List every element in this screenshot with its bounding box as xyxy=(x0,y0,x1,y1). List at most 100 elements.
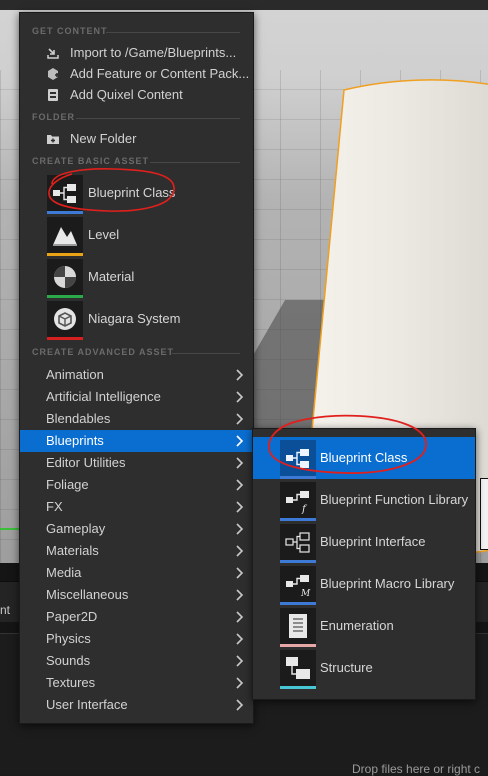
category-artificial-intelligence[interactable]: Artificial Intelligence xyxy=(20,386,253,408)
section-divider xyxy=(172,353,240,354)
category-sounds[interactable]: Sounds xyxy=(20,650,253,672)
asset-thumbnail xyxy=(47,301,83,340)
category-label: Sounds xyxy=(46,653,91,668)
asset-label: Level xyxy=(88,227,120,242)
menu-item-label: Add Feature or Content Pack... xyxy=(70,66,250,81)
submenu-item-blueprint-class[interactable]: Blueprint Class xyxy=(253,437,475,479)
asset-thumbnail xyxy=(280,650,316,689)
submenu-item-blueprint-macro-library[interactable]: M Blueprint Macro Library xyxy=(253,563,475,605)
category-label: Textures xyxy=(46,675,96,690)
category-fx[interactable]: FX xyxy=(20,496,253,518)
asset-niagara-system[interactable]: Niagara System xyxy=(20,301,253,343)
chevron-right-icon xyxy=(236,457,244,469)
chevron-right-icon xyxy=(236,567,244,579)
asset-thumbnail xyxy=(280,524,316,563)
chevron-right-icon xyxy=(236,611,244,623)
category-label: FX xyxy=(46,499,63,514)
chevron-right-icon xyxy=(236,545,244,557)
import-icon xyxy=(47,48,59,59)
category-blendables[interactable]: Blendables xyxy=(20,408,253,430)
section-create-advanced-asset: CREATE ADVANCED ASSET xyxy=(32,347,175,357)
asset-level[interactable]: Level xyxy=(20,217,253,259)
category-label: Editor Utilities xyxy=(46,455,126,470)
section-divider xyxy=(76,118,240,119)
content-browser-context-menu: GET CONTENT Import to /Game/Blueprints..… xyxy=(19,12,254,724)
submenu-item-label: Blueprint Function Library xyxy=(320,492,469,507)
chevron-right-icon xyxy=(236,523,244,535)
menu-item-quixel[interactable]: Add Quixel Content xyxy=(20,84,253,106)
menu-item-label: Import to /Game/Blueprints... xyxy=(70,45,237,60)
content-pack-icon xyxy=(48,68,59,80)
blueprint-class-icon xyxy=(53,184,76,203)
category-media[interactable]: Media xyxy=(20,562,253,584)
blueprints-submenu: Blueprint Class f Blueprint Function Lib… xyxy=(252,428,476,700)
panel-tab-label[interactable]: nt xyxy=(0,603,10,617)
asset-blueprint-class[interactable]: Blueprint Class xyxy=(20,175,253,217)
new-folder-icon xyxy=(47,135,59,144)
chevron-right-icon xyxy=(236,391,244,403)
menu-item-import[interactable]: Import to /Game/Blueprints... xyxy=(20,42,253,64)
chevron-right-icon xyxy=(236,413,244,425)
menu-item-label: Add Quixel Content xyxy=(70,87,183,102)
category-user-interface[interactable]: User Interface xyxy=(20,694,253,716)
category-label: Miscellaneous xyxy=(46,587,129,602)
chevron-right-icon xyxy=(236,479,244,491)
category-foliage[interactable]: Foliage xyxy=(20,474,253,496)
chevron-right-icon xyxy=(236,699,244,711)
submenu-item-label: Enumeration xyxy=(320,618,394,633)
category-textures[interactable]: Textures xyxy=(20,672,253,694)
chevron-right-icon xyxy=(236,369,244,381)
asset-material[interactable]: Material xyxy=(20,259,253,301)
section-create-basic-asset: CREATE BASIC ASSET xyxy=(32,156,150,166)
asset-label: Niagara System xyxy=(88,311,181,326)
chevron-right-icon xyxy=(236,435,244,447)
category-paper2d[interactable]: Paper2D xyxy=(20,606,253,628)
menu-item-new-folder[interactable]: New Folder xyxy=(20,128,253,150)
asset-thumbnail: M xyxy=(280,566,316,605)
category-blueprints[interactable]: Blueprints xyxy=(20,430,253,452)
chevron-right-icon xyxy=(236,655,244,667)
category-gameplay[interactable]: Gameplay xyxy=(20,518,253,540)
menu-item-label: New Folder xyxy=(70,131,137,146)
menu-item-add-feature[interactable]: Add Feature or Content Pack... xyxy=(20,63,253,85)
viewport-toolbar xyxy=(0,0,488,10)
category-label: Blueprints xyxy=(46,433,104,448)
asset-thumbnail: f xyxy=(280,482,316,521)
category-physics[interactable]: Physics xyxy=(20,628,253,650)
blueprint-class-icon xyxy=(286,449,309,468)
category-materials[interactable]: Materials xyxy=(20,540,253,562)
quixel-icon xyxy=(48,89,58,101)
category-editor-utilities[interactable]: Editor Utilities xyxy=(20,452,253,474)
asset-thumbnail xyxy=(280,440,316,479)
category-label: Artificial Intelligence xyxy=(46,389,161,404)
category-miscellaneous[interactable]: Miscellaneous xyxy=(20,584,253,606)
chevron-right-icon xyxy=(236,501,244,513)
asset-label: Blueprint Class xyxy=(88,185,176,200)
section-divider xyxy=(106,32,240,33)
category-label: Gameplay xyxy=(46,521,106,536)
category-label: Media xyxy=(46,565,82,580)
category-animation[interactable]: Animation xyxy=(20,364,253,386)
asset-color-bar xyxy=(47,253,83,256)
blueprint-interface-icon xyxy=(285,532,310,553)
submenu-item-blueprint-interface[interactable]: Blueprint Interface xyxy=(253,521,475,563)
asset-color-bar xyxy=(47,337,83,340)
category-label: User Interface xyxy=(46,697,128,712)
submenu-item-label: Blueprint Class xyxy=(320,450,408,465)
category-label: Paper2D xyxy=(46,609,98,624)
category-label: Materials xyxy=(46,543,99,558)
asset-color-bar xyxy=(47,295,83,298)
asset-thumbnail xyxy=(280,608,316,647)
drop-files-hint: Drop files here or right c xyxy=(352,762,481,776)
submenu-item-label: Blueprint Macro Library xyxy=(320,576,455,591)
asset-color-bar xyxy=(280,686,316,689)
chevron-right-icon xyxy=(236,589,244,601)
section-folder: FOLDER xyxy=(32,112,75,122)
submenu-item-enumeration[interactable]: Enumeration xyxy=(253,605,475,647)
category-label: Foliage xyxy=(46,477,89,492)
asset-color-bar xyxy=(47,211,83,214)
submenu-item-blueprint-function-library[interactable]: f Blueprint Function Library xyxy=(253,479,475,521)
blueprint-function-library-icon: f xyxy=(286,491,309,515)
submenu-item-structure[interactable]: Structure xyxy=(253,647,475,689)
submenu-item-label: Structure xyxy=(320,660,373,675)
